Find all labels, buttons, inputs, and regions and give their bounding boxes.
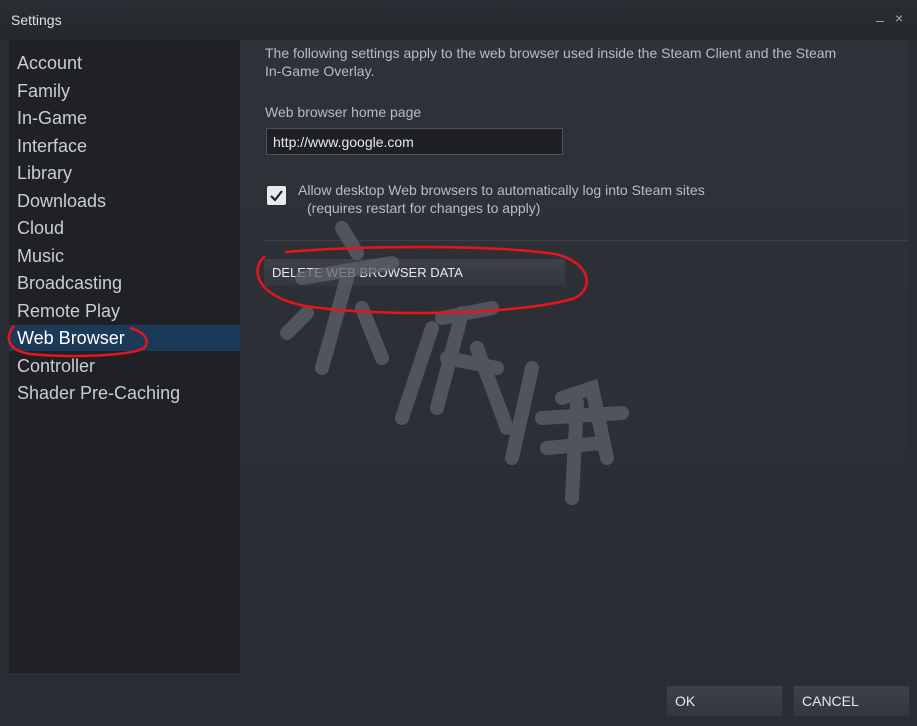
annotation-circle-web-browser bbox=[7, 325, 148, 358]
sidebar-item-account[interactable]: Account bbox=[9, 50, 240, 76]
auto-login-note: (requires restart for changes to apply) bbox=[307, 200, 541, 216]
sidebar-item-interface[interactable]: Interface bbox=[9, 133, 240, 159]
sidebar-item-cloud[interactable]: Cloud bbox=[9, 215, 240, 241]
sidebar-item-family[interactable]: Family bbox=[9, 78, 240, 104]
description-line-1: The following settings apply to the web … bbox=[265, 45, 837, 61]
cancel-button[interactable]: CANCEL bbox=[794, 686, 909, 716]
sidebar-item-downloads[interactable]: Downloads bbox=[9, 188, 240, 214]
window-title: Settings bbox=[11, 12, 62, 28]
sidebar-item-library[interactable]: Library bbox=[9, 160, 240, 186]
description-line-2: In-Game Overlay. bbox=[265, 63, 375, 79]
sidebar-item-in-game[interactable]: In-Game bbox=[9, 105, 240, 131]
annotation-circle-delete-button bbox=[256, 245, 588, 315]
sidebar-item-shader-pre-caching[interactable]: Shader Pre-Caching bbox=[9, 380, 240, 406]
sidebar-item-music[interactable]: Music bbox=[9, 243, 240, 269]
close-button[interactable]: × bbox=[895, 10, 903, 26]
home-page-input[interactable] bbox=[266, 128, 563, 155]
title-bar: Settings _ × bbox=[0, 0, 917, 40]
ok-button[interactable]: OK bbox=[667, 686, 782, 716]
sidebar-item-broadcasting[interactable]: Broadcasting bbox=[9, 270, 240, 296]
checkmark-icon bbox=[270, 190, 283, 202]
home-page-label: Web browser home page bbox=[265, 104, 422, 120]
minimize-button[interactable]: _ bbox=[876, 6, 884, 22]
auto-login-label: Allow desktop Web browsers to automatica… bbox=[298, 182, 705, 198]
auto-login-checkbox[interactable] bbox=[267, 186, 286, 205]
web-browser-description: The following settings apply to the web … bbox=[265, 44, 895, 80]
